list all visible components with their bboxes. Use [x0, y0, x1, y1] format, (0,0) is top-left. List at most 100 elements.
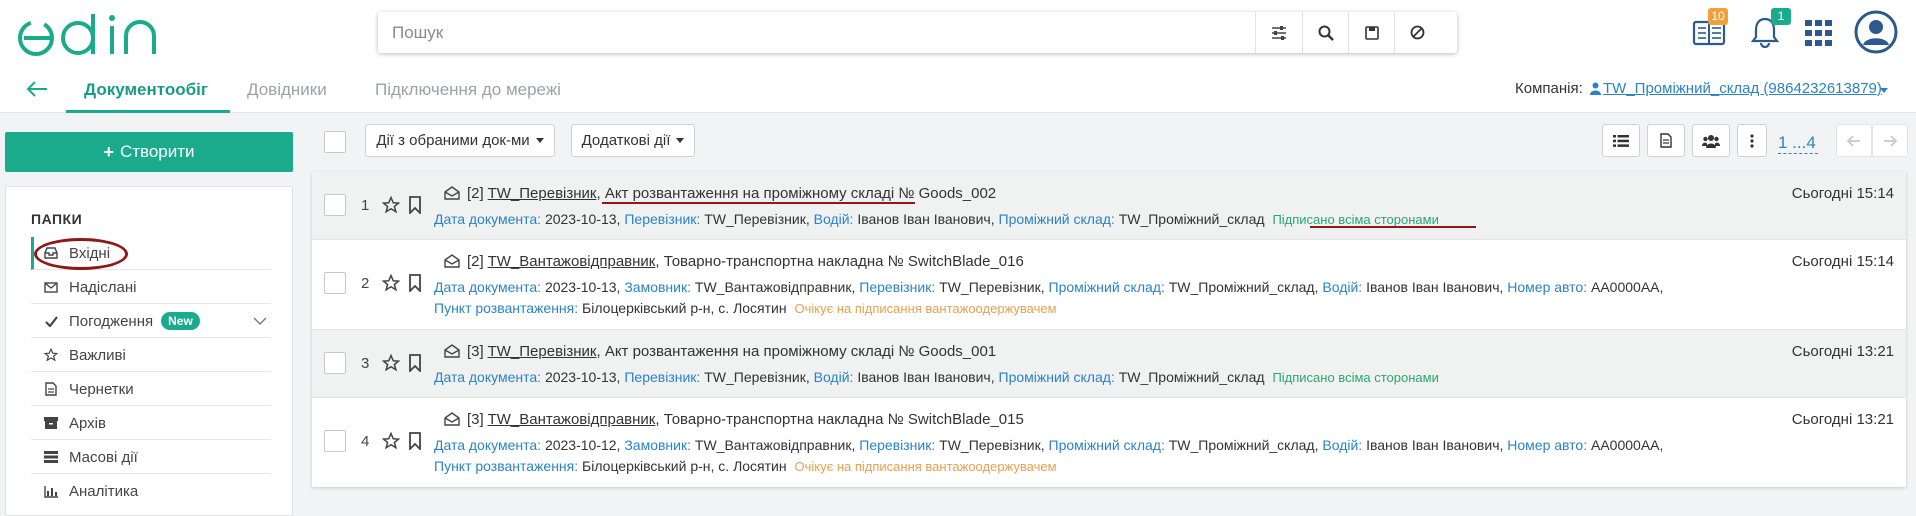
star-icon[interactable] — [382, 196, 400, 214]
row-checkbox[interactable] — [324, 352, 346, 374]
tab-document-flow[interactable]: Документообіг — [84, 80, 208, 100]
bookmark-icon[interactable] — [408, 432, 422, 450]
star-icon[interactable] — [382, 354, 400, 372]
folders-panel: ПАПКИ Вхідні Надіслані Погодження New Ва… — [5, 186, 293, 516]
table-row[interactable]: 4 [3] TW_Вантажовідправник, Товарно-тран… — [312, 398, 1906, 487]
document-title-line[interactable]: [3] TW_Перевізник, Акт розвантаження на … — [467, 343, 996, 360]
pagination-indicator[interactable]: 1 ...4 — [1778, 133, 1816, 153]
extra-actions-label: Додаткові дії — [581, 132, 671, 149]
document-title: Акт розвантаження на проміжному складі — [604, 343, 895, 360]
users-icon — [1702, 134, 1720, 148]
sidebar-item-analytics[interactable]: Аналітика — [31, 475, 271, 508]
save-search-button[interactable] — [1348, 12, 1394, 53]
caret-down-icon — [676, 138, 685, 143]
document-time: Сьогодні 15:14 — [1791, 253, 1894, 270]
company-selector[interactable]: TW_Проміжний_склад (9864232613879) — [1603, 80, 1882, 97]
status-badge: Очікує на підписання вантажоодержувачем — [794, 459, 1057, 474]
bookmark-icon[interactable] — [408, 354, 422, 372]
sliders-icon — [1271, 25, 1286, 40]
search-bar: Пошук — [378, 12, 1457, 53]
edin-logo[interactable] — [16, 10, 162, 56]
sidebar-item-label: Масові дії — [69, 448, 138, 466]
bulk-actions-dropdown[interactable]: Дії з обраними док-ми — [365, 124, 555, 157]
tab-directories[interactable]: Довідники — [247, 80, 327, 100]
extra-actions-dropdown[interactable]: Додаткові дії — [571, 124, 695, 157]
status-badge: Очікує на підписання вантажоодержувачем — [794, 301, 1057, 316]
user-avatar-icon[interactable] — [1854, 10, 1898, 54]
bookmark-icon[interactable] — [408, 274, 422, 292]
document-title-line[interactable]: [2] TW_Вантажовідправник, Товарно-трансп… — [467, 253, 1024, 270]
envelope-open-icon — [444, 254, 460, 268]
floppy-icon — [1364, 25, 1379, 40]
document-meta: Дата документа: 2023-10-13, Замовник: TW… — [434, 279, 1664, 295]
archive-icon — [43, 417, 59, 429]
document-count: [3] — [467, 343, 484, 360]
pagination-underline — [1778, 153, 1818, 154]
filter-button[interactable] — [1255, 12, 1301, 53]
star-icon[interactable] — [382, 432, 400, 450]
sidebar-item-bulk-actions[interactable]: Масові дії — [31, 441, 271, 474]
document-meta: Дата документа: 2023-10-13, Перевізник: … — [434, 211, 1439, 227]
search-input[interactable]: Пошук — [392, 23, 443, 43]
row-checkbox[interactable] — [324, 272, 346, 294]
sidebar-item-label: Чернетки — [69, 380, 134, 398]
star-icon[interactable] — [382, 274, 400, 292]
document-sender[interactable]: TW_Вантажовідправник — [488, 253, 656, 270]
sidebar-item-label: Архів — [69, 414, 106, 432]
table-row[interactable]: 3 [3] TW_Перевізник, Акт розвантаження н… — [312, 330, 1906, 398]
search-icon — [1318, 25, 1334, 41]
search-button[interactable] — [1302, 12, 1348, 53]
draft-icon — [43, 382, 59, 396]
document-list: 1 [2] TW_Перевізник, Акт розвантаження н… — [312, 172, 1906, 487]
envelope-open-icon — [444, 412, 460, 426]
documents-badge: 10 — [1708, 8, 1728, 25]
document-view-button[interactable] — [1647, 124, 1685, 157]
row-checkbox[interactable] — [324, 194, 346, 216]
active-tab-indicator — [66, 110, 230, 113]
create-button[interactable]: + Створити — [5, 132, 293, 172]
sidebar-item-drafts[interactable]: Чернетки — [31, 373, 271, 406]
list-view-button[interactable] — [1602, 124, 1640, 157]
document-number: № Goods_002 — [898, 185, 997, 202]
document-sender[interactable]: TW_Перевізник — [488, 185, 597, 202]
document-sender[interactable]: TW_Вантажовідправник — [488, 411, 656, 428]
next-page-button[interactable] — [1872, 124, 1908, 157]
document-icon — [1660, 133, 1672, 148]
annotation-underline — [1310, 226, 1476, 228]
document-meta: Дата документа: 2023-10-12, Замовник: TW… — [434, 437, 1664, 453]
row-number: 1 — [361, 197, 370, 214]
sidebar-item-label: Аналітика — [69, 483, 139, 500]
document-count: [2] — [467, 253, 484, 270]
sidebar-item-approval[interactable]: Погодження New — [31, 305, 271, 338]
table-row[interactable]: 1 [2] TW_Перевізник, Акт розвантаження н… — [312, 172, 1906, 240]
document-title-line[interactable]: [2] TW_Перевізник, Акт розвантаження на … — [467, 185, 996, 202]
apps-grid-icon[interactable] — [1805, 20, 1833, 46]
more-options-button[interactable] — [1737, 124, 1767, 157]
select-all-checkbox[interactable] — [324, 131, 346, 153]
bookmark-icon[interactable] — [408, 196, 422, 214]
back-arrow-icon[interactable] — [26, 80, 48, 98]
document-number: № Goods_001 — [898, 343, 997, 360]
envelope-icon — [43, 281, 59, 293]
sidebar-item-important[interactable]: Важливі — [31, 339, 271, 372]
document-title-line[interactable]: [3] TW_Вантажовідправник, Товарно-трансп… — [467, 411, 1024, 428]
group-view-button[interactable] — [1692, 124, 1730, 157]
document-sender[interactable]: TW_Перевізник — [488, 343, 597, 360]
row-number: 2 — [361, 275, 370, 292]
prev-page-button[interactable] — [1836, 124, 1872, 157]
clear-search-button[interactable] — [1394, 12, 1440, 53]
more-vertical-icon — [1750, 133, 1754, 148]
sidebar-item-sent[interactable]: Надіслані — [31, 271, 271, 304]
arrow-right-icon — [1884, 134, 1897, 147]
list-icon — [1613, 134, 1629, 147]
sidebar-item-archive[interactable]: Архів — [31, 407, 271, 440]
nav-bar: Документообіг Довідники Підключення до м… — [0, 66, 1916, 113]
document-meta: Пункт розвантаження: Білоцерківський р-н… — [434, 300, 1057, 316]
chevron-down-icon[interactable] — [1880, 88, 1888, 93]
document-number: № SwitchBlade_015 — [887, 411, 1024, 428]
row-checkbox[interactable] — [324, 430, 346, 452]
chevron-down-icon[interactable] — [253, 317, 267, 326]
tab-network-connection[interactable]: Підключення до мережі — [375, 80, 561, 100]
document-title: Акт розвантаження на проміжному складі — [604, 185, 895, 202]
table-row[interactable]: 2 [2] TW_Вантажовідправник, Товарно-тран… — [312, 240, 1906, 330]
